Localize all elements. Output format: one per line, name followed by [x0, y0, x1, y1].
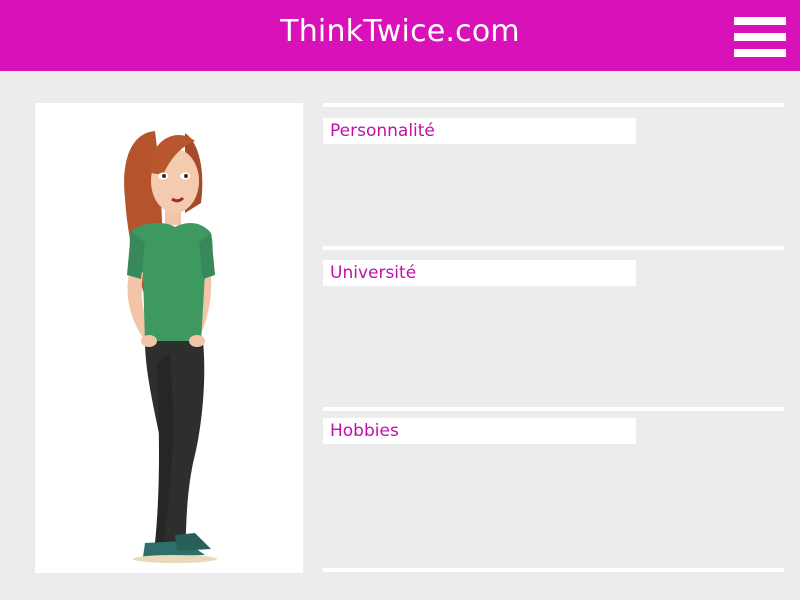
site-title[interactable]: ThinkTwice.com — [0, 14, 800, 49]
section-divider — [323, 407, 784, 411]
section-label-box: Personnalité — [323, 118, 636, 144]
section-divider — [323, 568, 784, 572]
menu-line — [734, 33, 786, 41]
section-label-hobbies: Hobbies — [330, 421, 399, 441]
section-divider — [323, 246, 784, 250]
section-label-box: Hobbies — [323, 418, 636, 444]
header-bar: ThinkTwice.com — [0, 0, 800, 71]
section-label-box: Université — [323, 260, 636, 286]
menu-line — [734, 49, 786, 57]
section-label-universite: Université — [330, 263, 417, 283]
section-label-personnalite: Personnalité — [330, 121, 435, 141]
section-divider — [323, 103, 784, 107]
menu-line — [734, 17, 786, 25]
hamburger-menu-icon[interactable] — [734, 17, 786, 57]
profile-illustration — [35, 103, 303, 573]
woman-character-illustration — [124, 131, 217, 563]
